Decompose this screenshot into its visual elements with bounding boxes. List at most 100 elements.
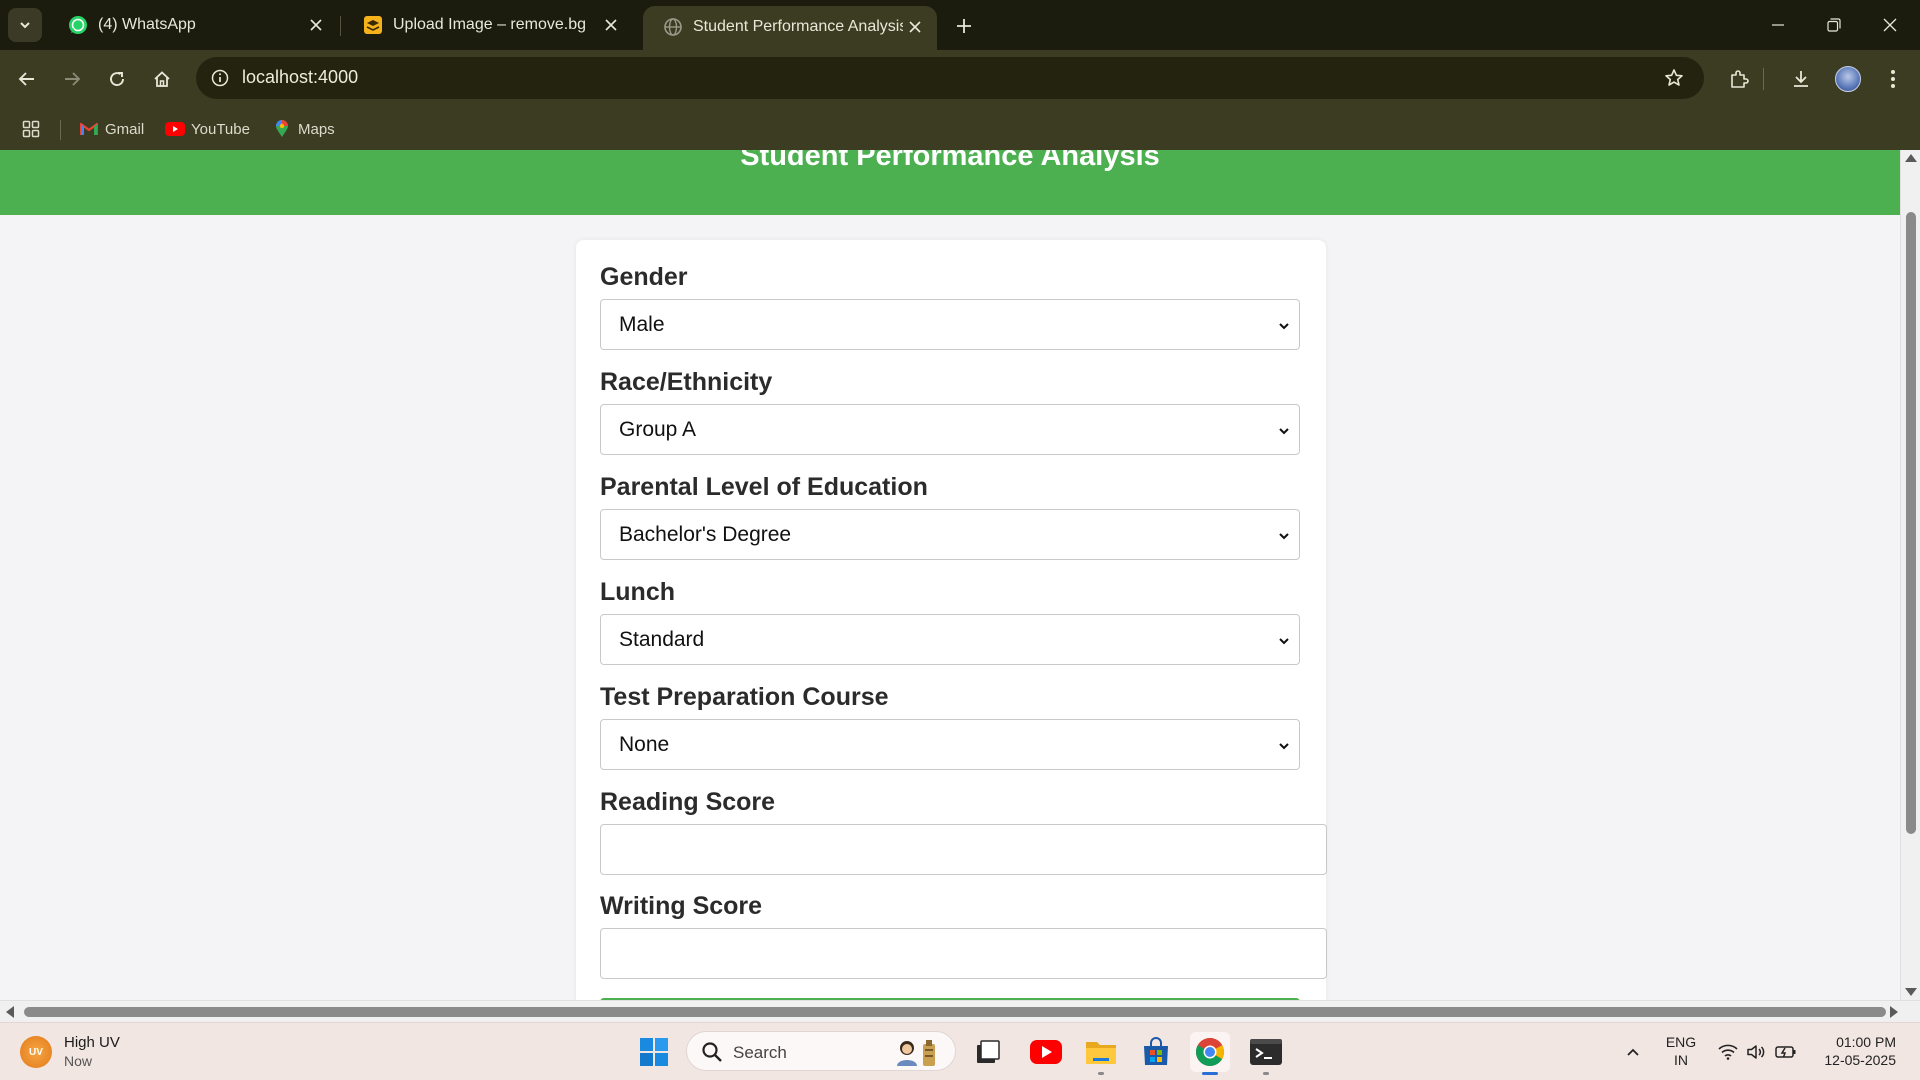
tab-close-button[interactable] xyxy=(304,13,328,37)
apps-grid-icon xyxy=(22,120,40,138)
file-explorer-icon xyxy=(1086,1042,1116,1064)
vertical-scrollbar[interactable] xyxy=(1900,150,1920,1000)
tab-close-button[interactable] xyxy=(903,15,927,39)
tab-title: Student Performance Analysis xyxy=(693,18,903,35)
writing-score-input[interactable] xyxy=(600,928,1327,979)
close-window-button[interactable] xyxy=(1862,0,1918,50)
browser-toolbar: localhost:4000 xyxy=(0,50,1920,108)
page-title: Student Performance Analysis xyxy=(740,150,1160,172)
tab-search-button[interactable] xyxy=(8,8,42,42)
task-view-icon xyxy=(977,1040,1000,1063)
speaker-icon xyxy=(1747,1045,1765,1059)
kebab-menu-icon xyxy=(1891,70,1895,88)
tab-close-button[interactable] xyxy=(599,13,623,37)
bookmark-star-button[interactable] xyxy=(1658,62,1690,94)
weather-widget[interactable]: UV High UV Now xyxy=(20,1034,120,1070)
volume-button[interactable] xyxy=(1742,1023,1770,1080)
bookmark-maps[interactable]: Maps xyxy=(272,118,335,140)
clock[interactable]: 01:00 PM 12-05-2025 xyxy=(1806,1033,1896,1069)
info-icon xyxy=(211,69,229,87)
clock-date: 12-05-2025 xyxy=(1824,1052,1896,1068)
chrome-button[interactable] xyxy=(1190,1032,1230,1075)
gender-select[interactable]: Male xyxy=(600,299,1300,350)
file-explorer-button[interactable] xyxy=(1081,1032,1121,1075)
profile-avatar[interactable] xyxy=(1835,66,1861,92)
parental-education-select[interactable]: Bachelor's Degree xyxy=(600,509,1300,560)
horizontal-scrollbar[interactable] xyxy=(0,1000,1920,1022)
lunch-label: Lunch xyxy=(600,578,675,606)
chevron-down-icon xyxy=(1279,743,1289,750)
bookmark-label: Gmail xyxy=(105,120,145,138)
reload-button[interactable] xyxy=(100,62,134,96)
parental-education-label: Parental Level of Education xyxy=(600,473,928,501)
microsoft-store-button[interactable] xyxy=(1136,1032,1176,1072)
maps-icon xyxy=(272,120,292,138)
writing-score-label: Writing Score xyxy=(600,892,763,920)
download-icon xyxy=(1794,71,1808,87)
youtube-app-button[interactable] xyxy=(1026,1032,1066,1072)
selected-value: None xyxy=(619,733,670,756)
scroll-down-icon[interactable] xyxy=(1905,988,1917,996)
url-text[interactable]: localhost:4000 xyxy=(242,67,358,88)
microsoft-store-icon xyxy=(1144,1037,1168,1065)
scroll-thumb[interactable] xyxy=(1906,212,1916,834)
wifi-icon xyxy=(1718,1044,1738,1060)
tray-overflow-button[interactable] xyxy=(1618,1023,1648,1080)
removebg-icon xyxy=(364,16,382,34)
reading-score-input[interactable] xyxy=(600,824,1327,875)
tab-whatsapp[interactable]: (4) WhatsApp xyxy=(48,8,338,42)
address-bar[interactable]: localhost:4000 xyxy=(196,57,1704,99)
lunch-select[interactable]: Standard xyxy=(600,614,1300,665)
tab-title: Upload Image – remove.bg xyxy=(393,16,586,33)
start-button[interactable] xyxy=(634,1032,674,1072)
bookmark-gmail[interactable]: Gmail xyxy=(79,118,144,140)
race-select[interactable]: Group A xyxy=(600,404,1300,455)
clock-time: 01:00 PM xyxy=(1836,1034,1896,1050)
restore-button[interactable] xyxy=(1806,0,1862,50)
downloads-button[interactable] xyxy=(1784,62,1818,96)
star-icon xyxy=(1665,69,1683,86)
bookmark-label: Maps xyxy=(298,120,335,138)
gender-label: Gender xyxy=(600,263,688,291)
bookmark-youtube[interactable]: YouTube xyxy=(165,118,250,140)
battery-button[interactable] xyxy=(1772,1023,1800,1080)
active-indicator xyxy=(1202,1072,1218,1075)
back-button[interactable] xyxy=(10,62,44,96)
terminal-icon xyxy=(1250,1039,1282,1065)
scroll-up-icon[interactable] xyxy=(1905,154,1917,162)
tab-strip: (4) WhatsApp Upload Image – remove.bg St… xyxy=(0,0,1920,50)
extensions-button[interactable] xyxy=(1722,62,1756,96)
youtube-app-icon xyxy=(1030,1040,1062,1064)
test-prep-select[interactable]: None xyxy=(600,719,1300,770)
test-prep-label: Test Preparation Course xyxy=(600,683,889,711)
selected-value: Standard xyxy=(619,628,705,651)
site-info-button[interactable] xyxy=(204,62,236,94)
scroll-left-icon[interactable] xyxy=(6,1006,14,1018)
apps-shortcut[interactable] xyxy=(22,118,40,140)
task-view-button[interactable] xyxy=(968,1032,1008,1072)
wifi-button[interactable] xyxy=(1714,1023,1742,1080)
minimize-button[interactable] xyxy=(1750,0,1806,50)
region-code: IN xyxy=(1674,1052,1688,1068)
forward-button[interactable] xyxy=(55,62,89,96)
browser-menu-button[interactable] xyxy=(1876,62,1910,96)
taskbar-search[interactable]: Search xyxy=(686,1031,956,1071)
close-icon xyxy=(605,19,617,31)
gmail-icon xyxy=(79,120,99,138)
language-indicator[interactable]: ENG IN xyxy=(1660,1033,1702,1069)
puzzle-icon xyxy=(1731,70,1749,88)
chrome-icon xyxy=(1196,1038,1224,1066)
new-tab-button[interactable] xyxy=(948,10,980,42)
tab-student-performance[interactable]: Student Performance Analysis xyxy=(643,6,937,50)
home-button[interactable] xyxy=(145,62,179,96)
reload-icon xyxy=(110,72,124,86)
scroll-right-icon[interactable] xyxy=(1890,1006,1898,1018)
running-indicator xyxy=(1098,1072,1104,1075)
windows-start-icon xyxy=(640,1038,668,1066)
whatsapp-icon xyxy=(69,16,87,34)
scroll-thumb[interactable] xyxy=(24,1007,1886,1017)
weather-title: High UV xyxy=(64,1034,120,1051)
terminal-button[interactable] xyxy=(1246,1032,1286,1075)
chevron-down-icon xyxy=(1279,323,1289,330)
tab-removebg[interactable]: Upload Image – remove.bg xyxy=(343,8,633,42)
